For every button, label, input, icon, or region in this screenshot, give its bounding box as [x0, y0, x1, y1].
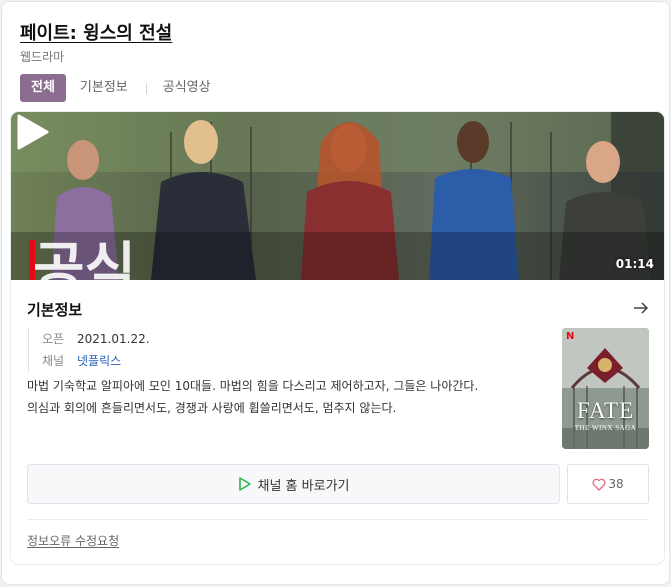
tab-basic-info[interactable]: 기본정보 [66, 74, 142, 102]
channel-home-label: 채널 홈 바로가기 [257, 478, 350, 494]
meta-key: 채널 [42, 354, 65, 368]
play-icon[interactable] [11, 112, 51, 152]
meta-value-date: 2021.01.22. [77, 332, 150, 346]
poster-subtitle: THE WINX SAGA [574, 424, 637, 432]
play-outline-icon [238, 477, 251, 491]
section-title: 기본정보 [27, 301, 83, 319]
video-scene-image: 공식 [11, 112, 664, 280]
tab-divider [145, 82, 147, 94]
channel-link[interactable]: 넷플릭스 [77, 350, 121, 372]
poster-image[interactable]: N FATE THE WINX SAGA [562, 328, 649, 449]
description-line: 의심과 회의에 흔들리면서도, 경쟁과 사랑에 휩쓸리면서도, 멈추지 않는다. [27, 401, 397, 415]
netflix-logo: N [566, 331, 575, 342]
info-panel: 공식 01:14 기본정보 오픈 2021.01.22. 채널 넷플릭스 마법 … [11, 112, 664, 564]
video-overlay-text: 공식 [33, 237, 136, 280]
like-count: 38 [608, 477, 624, 491]
meta-key: 오픈 [42, 332, 65, 346]
channel-home-button[interactable]: 채널 홈 바로가기 [27, 464, 560, 504]
arrow-right-icon[interactable] [631, 298, 651, 318]
description-line: 마법 기숙학교 알피아에 모인 10대들. 마법의 힘을 다스리고 제어하고자,… [27, 379, 479, 393]
page-title[interactable]: 페이트: 윙스의 전설 [20, 19, 172, 45]
content-card: 페이트: 윙스의 전설 웹드라마 전체 기본정보 공식영상 공식 01:14 기… [1, 1, 670, 585]
poster-title: FATE [576, 398, 635, 423]
tab-official-video[interactable]: 공식영상 [149, 74, 225, 102]
heart-icon [592, 478, 606, 491]
video-duration: 01:14 [615, 257, 654, 271]
video-thumbnail[interactable]: 공식 01:14 [11, 112, 664, 280]
page-subtitle: 웹드라마 [20, 50, 65, 64]
tab-all[interactable]: 전체 [20, 74, 66, 102]
meta-row-open: 오픈 2021.01.22. [42, 328, 150, 350]
meta-list: 오픈 2021.01.22. 채널 넷플릭스 [28, 328, 150, 372]
meta-row-channel: 채널 넷플릭스 [42, 350, 150, 372]
divider [27, 519, 649, 520]
like-button[interactable]: 38 [567, 464, 649, 504]
description: 마법 기숙학교 알피아에 모인 10대들. 마법의 힘을 다스리고 제어하고자,… [27, 375, 547, 419]
report-error-link[interactable]: 정보오류 수정요청 [27, 532, 119, 549]
tab-bar: 전체 기본정보 공식영상 [20, 74, 225, 102]
